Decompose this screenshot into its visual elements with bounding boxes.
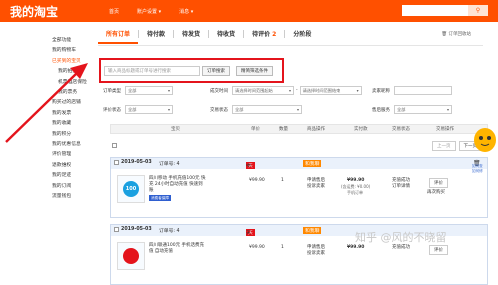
tab-count: 2 (272, 31, 277, 38)
sidebar-item[interactable]: 机票酒店保险 (52, 78, 87, 88)
top-nav: 首页 账户设置 ▾ 消息 ▾ (100, 8, 202, 15)
order-tabs: 所有订单 待付款 待发货 待收货 待评价 2 分阶段 (98, 22, 483, 46)
sidebar-item[interactable]: 我的拍卖 (52, 67, 80, 77)
seller-nick-input[interactable] (394, 86, 452, 95)
sidebar: 全部功能 我的购物车 已买到的宝贝 我的拍卖 机票酒店保险 我的票务 购买过的店铺 我的发票我… (0, 22, 87, 258)
filter-after-sale: 售后服务 全部 (372, 105, 452, 114)
order-checkbox[interactable] (114, 160, 119, 165)
trade-status-select[interactable]: 全部 (232, 105, 302, 114)
nav-messages[interactable]: 消息 ▾ (170, 8, 202, 15)
search-row: 输入商品标题或订单号进行搜索 订单搜索 精简筛选条件 (104, 66, 273, 76)
col-status: 交易状态 (392, 127, 410, 132)
order-detail-link[interactable]: 订单详情 (392, 184, 410, 190)
sidebar-item[interactable]: 退款维权 (52, 161, 80, 171)
chat-badge[interactable]: 和我聊 (303, 160, 322, 167)
sidebar-item[interactable]: 购买过的店铺 (52, 98, 81, 108)
recycle-bin-link[interactable]: 🗑 订单回收站 (441, 31, 471, 37)
tab-3[interactable]: 待收货 (209, 29, 243, 38)
filter-order-type: 订单类型 全部 (103, 86, 173, 95)
col-qty: 数量 (279, 127, 288, 132)
evaluate-button[interactable]: 评价 (429, 178, 448, 188)
sidebar-item[interactable]: 我的订阅 (52, 182, 80, 192)
sidebar-item[interactable]: 我的优惠信息 (52, 140, 81, 150)
buy-again-link[interactable]: 再次购买 (427, 190, 445, 196)
tab-5[interactable]: 分阶段 (285, 29, 319, 38)
quantity: 1 (281, 245, 284, 250)
floating-assistant[interactable]: 如何查 如何修 (472, 122, 498, 192)
filter-trade-status: 交易状态 全部 (210, 105, 302, 114)
col-price: 单价 (251, 127, 260, 132)
nav-account-settings[interactable]: 账户设置 ▾ (128, 8, 170, 15)
order-search-button[interactable]: 订单搜索 (202, 66, 230, 76)
top-search-button[interactable]: ⚲ (468, 5, 488, 16)
unit-price: ¥99.90 (249, 245, 265, 250)
col-item-ops: 商品操作 (307, 127, 325, 132)
trash-icon: 🗑 (441, 32, 448, 37)
quantity: 1 (281, 178, 284, 183)
sidebar-item[interactable]: 我的购物车 (52, 46, 80, 56)
unit-price: ¥99.90 (249, 178, 265, 183)
filter-seller-nick: 卖家昵称 (372, 86, 452, 95)
col-actions: 交易操作 (436, 127, 454, 132)
order-checkbox[interactable] (114, 227, 119, 232)
product-thumbnail[interactable]: 100 (117, 175, 145, 203)
tab-2[interactable]: 待发货 (174, 29, 208, 38)
filter-eval-status: 评价状态 全部 (103, 105, 173, 114)
product-thumbnail[interactable] (117, 242, 145, 270)
table-header: 宝贝 单价 数量 商品操作 实付款 交易状态 交易操作 (110, 124, 488, 134)
order-body: 100 四川移动 手机充值100元 快充 24小时自动充值 快速到账 消费者保障… (111, 169, 487, 217)
order-header: 2019-05-03 订单号: 4 天 中国移动 和我聊 🗑 (111, 158, 487, 190)
paid-amount: ¥99.90 (347, 245, 365, 250)
tab-1[interactable]: 待付款 (139, 29, 173, 38)
order-search-input[interactable]: 输入商品标题或订单号进行搜索 (104, 66, 200, 76)
sidebar-item[interactable]: 流量钱包 (52, 192, 80, 202)
main-content: 所有订单 待付款 待发货 待收货 待评价 2 分阶段 🗑 订单回收站 (98, 22, 483, 46)
sidebar-item[interactable]: 评价管理 (52, 150, 80, 160)
assistant-mascot-icon (474, 128, 496, 152)
logo[interactable]: 我的淘宝 (10, 3, 100, 20)
product-title[interactable]: 四川联通100元 手机话费充值 自动充值 (149, 243, 207, 255)
nav-home[interactable]: 首页 (100, 8, 128, 15)
sidebar-item[interactable]: 我的足迹 (52, 171, 80, 181)
sidebar-item[interactable]: 我的积分 (52, 130, 80, 140)
after-sale-select[interactable]: 全部 (394, 105, 452, 114)
select-all-checkbox[interactable] (112, 143, 117, 148)
sidebar-item[interactable]: 我的票务 (52, 88, 80, 98)
order-card: 2019-05-03 订单号: 4 天 中国移动 和我聊 🗑 100 四川移动 … (110, 157, 488, 218)
col-paid: 实付款 (354, 127, 368, 132)
top-search-input[interactable] (402, 5, 468, 16)
evaluate-button[interactable]: 评价 (429, 245, 448, 255)
guarantee-badge: 消费者保障 (149, 195, 171, 201)
assistant-tip[interactable]: 如何查 如何修 (472, 164, 498, 174)
order-type-select[interactable]: 全部 (125, 86, 173, 95)
top-bar: 我的淘宝 首页 账户设置 ▾ 消息 ▾ ⚲ (0, 0, 498, 22)
col-item: 宝贝 (171, 127, 180, 132)
eval-status-select[interactable]: 全部 (125, 105, 173, 114)
complain-seller-link[interactable]: 投诉卖家 (307, 184, 325, 190)
search-icon: ⚲ (475, 7, 481, 14)
watermark: 知乎 @风的不晓留 (355, 231, 447, 244)
deal-time-end[interactable]: 请选择时间范围结束 (299, 86, 362, 95)
sidebar-item[interactable]: 已买到的宝贝 (52, 57, 81, 67)
tab-4[interactable]: 待评价 2 (244, 29, 284, 38)
complain-seller-link[interactable]: 投诉卖家 (307, 251, 325, 257)
advanced-filter-toggle[interactable]: 精简筛选条件 (236, 66, 273, 76)
prev-page-button[interactable]: 上一页 (432, 141, 456, 151)
product-title[interactable]: 四川移动 手机充值100元 快充 24小时自动充值 快速到账 消费者保障 (149, 176, 207, 202)
deal-time-start[interactable]: 请选择时间范围起始 (232, 86, 294, 95)
chat-badge[interactable]: 和我聊 (303, 227, 322, 234)
sidebar-item[interactable]: 我的发票 (52, 109, 80, 119)
sidebar-item[interactable]: 我的收藏 (52, 119, 80, 129)
filter-deal-time: 成交时间 请选择时间范围起始 - 请选择时间范围结束 (210, 86, 362, 95)
trade-status: 充值成功 (392, 245, 410, 250)
sidebar-item[interactable]: 全部功能 (52, 36, 80, 46)
tab-0[interactable]: 所有订单 (98, 29, 139, 44)
